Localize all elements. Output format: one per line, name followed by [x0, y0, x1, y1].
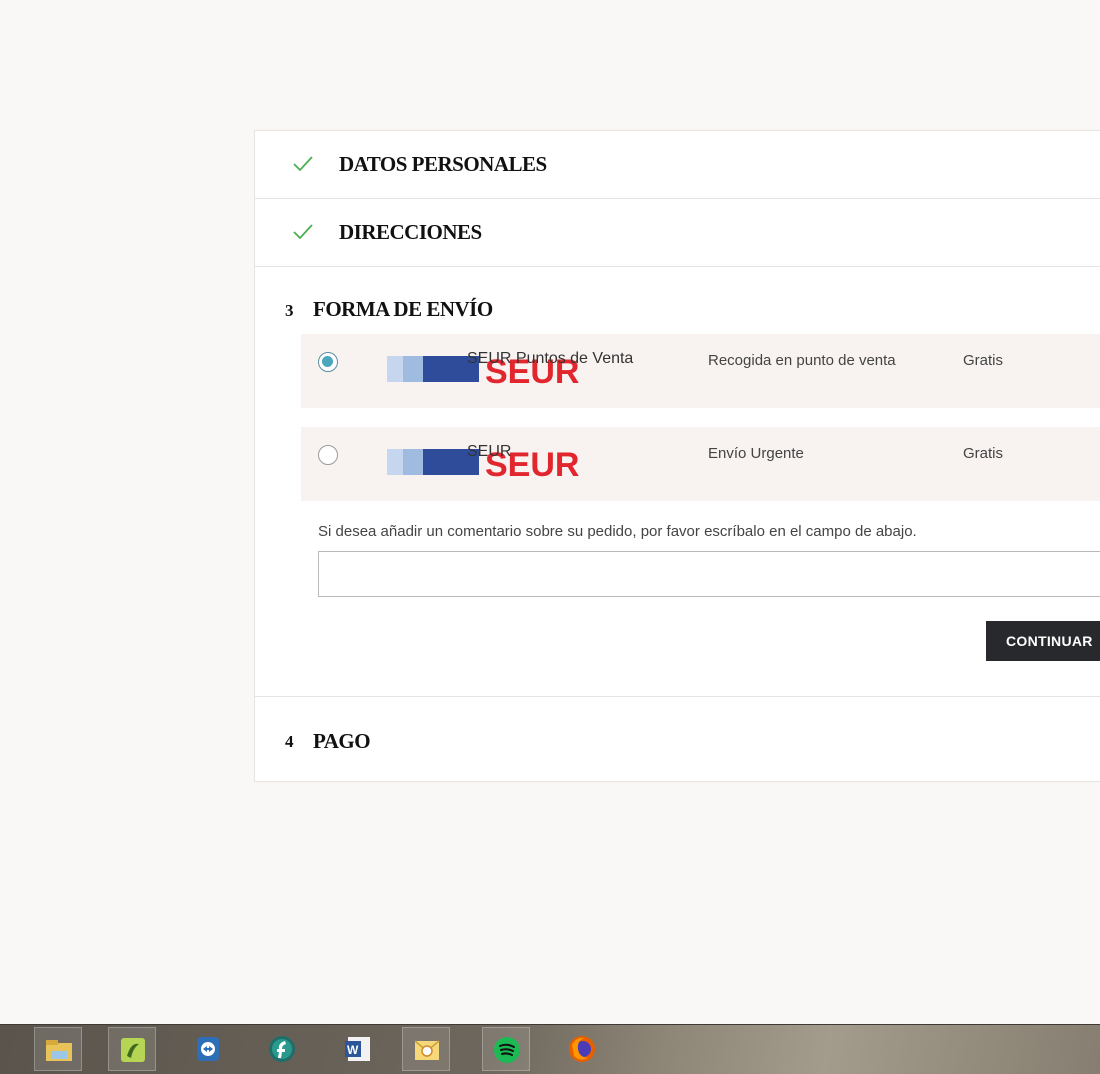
continue-button[interactable]: CONTINUAR [986, 621, 1100, 661]
shipping-price: Gratis [963, 352, 1004, 369]
spotify-icon [494, 1037, 520, 1063]
step-addresses[interactable]: DIRECCIONES [255, 199, 1100, 267]
divider [255, 696, 1100, 697]
shipping-option-seur-puntos[interactable]: SEUR SEUR Puntos de Venta Recogida en pu… [301, 334, 1100, 408]
taskbar-app-green[interactable] [108, 1027, 156, 1071]
svg-text:W: W [347, 1043, 359, 1057]
shipping-option-seur-urgente[interactable]: SEUR SEUR Envío Urgente Gratis [301, 427, 1100, 501]
teamviewer-icon [197, 1037, 219, 1061]
carrier-name: SEUR [467, 443, 512, 460]
taskbar: W [0, 1024, 1100, 1074]
outlook-icon [414, 1040, 440, 1060]
shipping-price: Gratis [963, 445, 1004, 462]
app-green-icon [121, 1038, 145, 1062]
taskbar-outlook[interactable] [402, 1027, 450, 1071]
check-icon [293, 224, 313, 240]
taskbar-spotify[interactable] [482, 1027, 530, 1071]
taskbar-word[interactable]: W [334, 1027, 382, 1071]
comment-input[interactable] [318, 551, 1100, 597]
shipping-description: Envío Urgente [708, 445, 804, 462]
step-title-shipping: FORMA DE ENVÍO [313, 297, 493, 321]
app-flash-icon [269, 1036, 295, 1062]
taskbar-teamviewer[interactable] [184, 1027, 232, 1071]
radio-button[interactable] [318, 445, 338, 465]
radio-button-selected[interactable] [318, 352, 338, 372]
comment-label: Si desea añadir un comentario sobre su p… [318, 523, 917, 540]
taskbar-app-flash[interactable] [258, 1027, 306, 1071]
step-title: DATOS PERSONALES [339, 152, 547, 176]
checkout-panel: DATOS PERSONALES DIRECCIONES 3 FORMA DE … [254, 130, 1100, 782]
step-personal-data[interactable]: DATOS PERSONALES [255, 131, 1100, 199]
shipping-description: Recogida en punto de venta [708, 352, 896, 369]
carrier-name: SEUR Puntos de Venta [467, 350, 634, 367]
taskbar-firefox[interactable] [558, 1027, 606, 1071]
step-title-payment[interactable]: PAGO [313, 729, 371, 754]
step-title: DIRECCIONES [339, 220, 482, 244]
word-icon: W [345, 1037, 370, 1061]
taskbar-file-explorer[interactable] [34, 1027, 82, 1071]
check-icon [293, 156, 313, 172]
step-number: 3 [285, 301, 294, 320]
step-number: 4 [285, 732, 294, 751]
firefox-icon [569, 1036, 595, 1062]
file-explorer-icon [46, 1040, 72, 1061]
